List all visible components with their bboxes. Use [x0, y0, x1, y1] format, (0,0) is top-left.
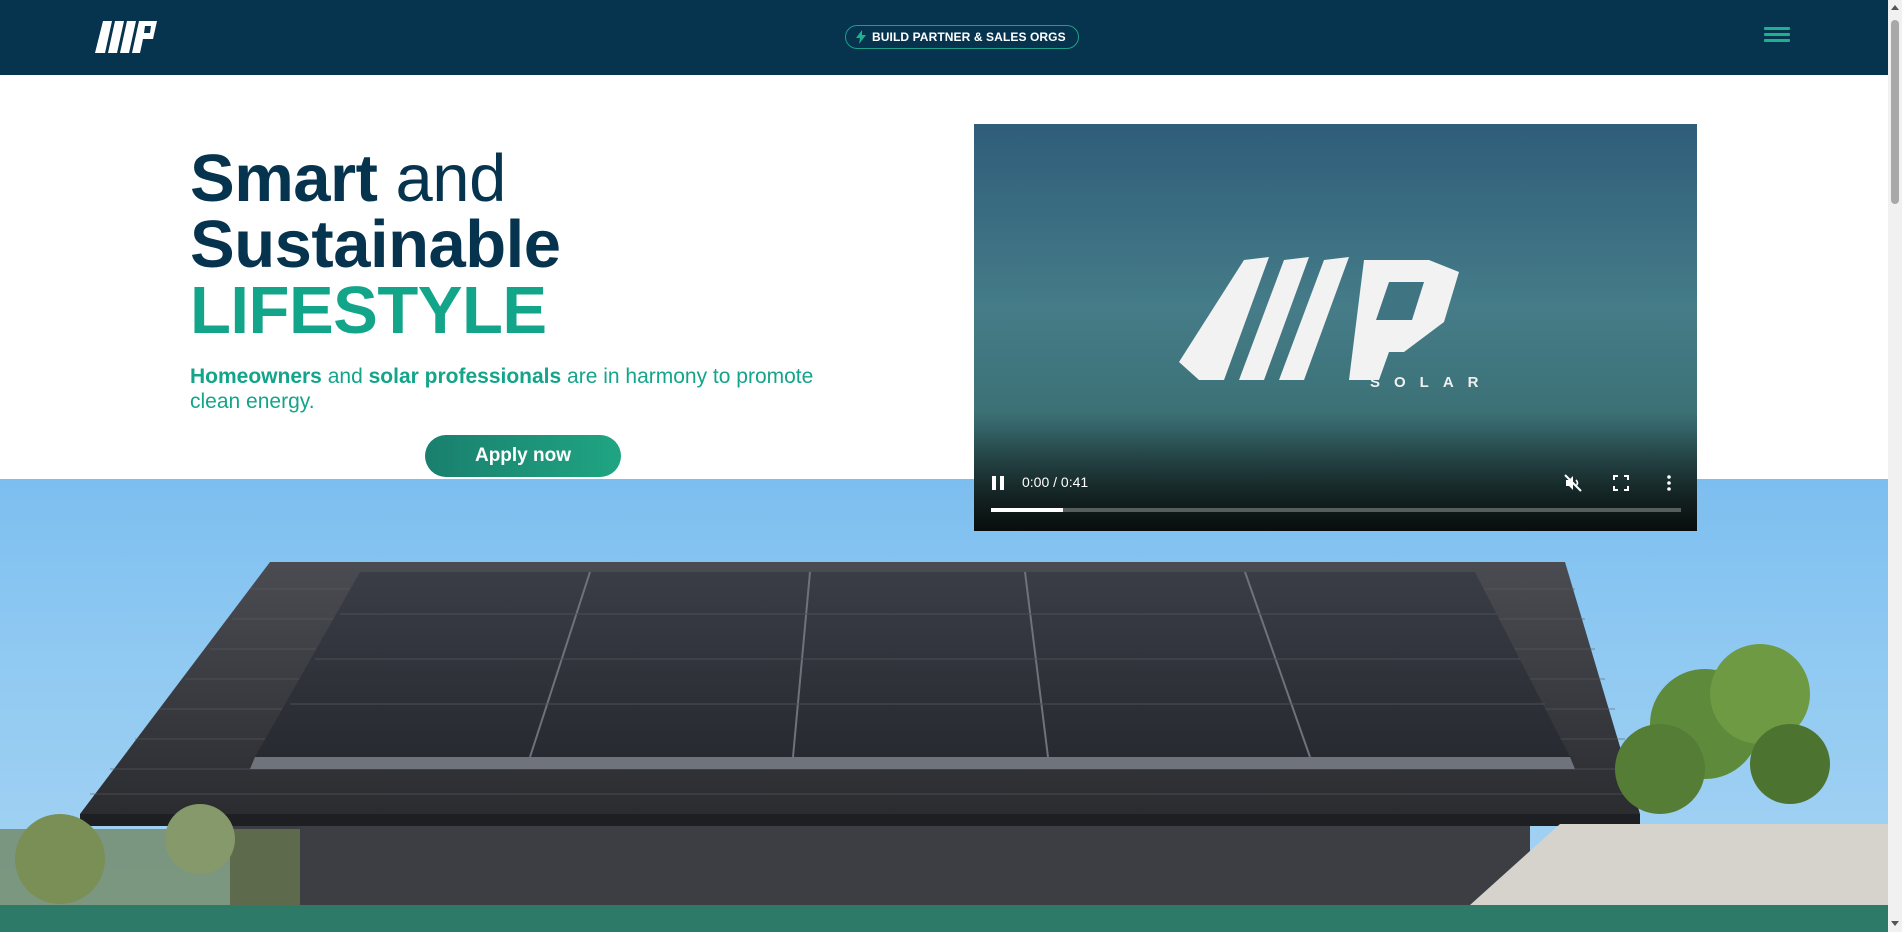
title-sustainable: Sustainable: [190, 207, 561, 282]
hero-subtitle: Homeowners and solar professionals are i…: [190, 364, 850, 414]
video-progress-fill: [991, 508, 1064, 512]
video-logo-text: SOLAR: [1370, 374, 1493, 391]
title-lifestyle: LIFESTYLE: [190, 273, 547, 348]
hero-title: Smart and Sustainable LIFESTYLE: [190, 145, 561, 344]
video-controls-shade: [974, 411, 1697, 531]
subtitle-and: and: [327, 365, 363, 388]
more-options-icon[interactable]: [1660, 474, 1678, 492]
scroll-up-arrow[interactable]: [1891, 5, 1899, 10]
build-partner-link[interactable]: BUILD PARTNER & SALES ORGS: [845, 25, 1079, 49]
lightning-icon: [856, 30, 866, 44]
muted-volume-icon[interactable]: [1564, 474, 1582, 492]
scrollbar-thumb[interactable]: [1891, 20, 1899, 204]
wp-logo[interactable]: [95, 21, 157, 53]
fullscreen-icon[interactable]: [1612, 474, 1630, 492]
title-smart: Smart: [190, 141, 378, 216]
subtitle-homeowners: Homeowners: [190, 365, 322, 388]
title-and: and: [395, 141, 507, 216]
subtitle-solar-professionals: solar professionals: [368, 365, 562, 388]
scroll-down-arrow[interactable]: [1891, 921, 1899, 926]
pause-icon[interactable]: [991, 475, 1005, 491]
wp-solar-logo: [1179, 257, 1459, 380]
hamburger-menu-icon[interactable]: [1764, 24, 1790, 46]
build-partner-label: BUILD PARTNER & SALES ORGS: [872, 30, 1066, 44]
apply-now-button[interactable]: Apply now: [425, 435, 621, 477]
top-navbar: BUILD PARTNER & SALES ORGS: [0, 0, 1888, 75]
promo-video[interactable]: SOLAR 0:00 / 0:41: [974, 124, 1697, 531]
next-section-band: [0, 905, 1888, 932]
solar-roof-illustration: [0, 562, 1888, 905]
video-progress-bar[interactable]: [991, 508, 1681, 512]
page-scrollbar[interactable]: [1888, 0, 1902, 932]
video-time: 0:00 / 0:41: [1022, 474, 1089, 490]
solar-roof-image: [0, 479, 1888, 905]
